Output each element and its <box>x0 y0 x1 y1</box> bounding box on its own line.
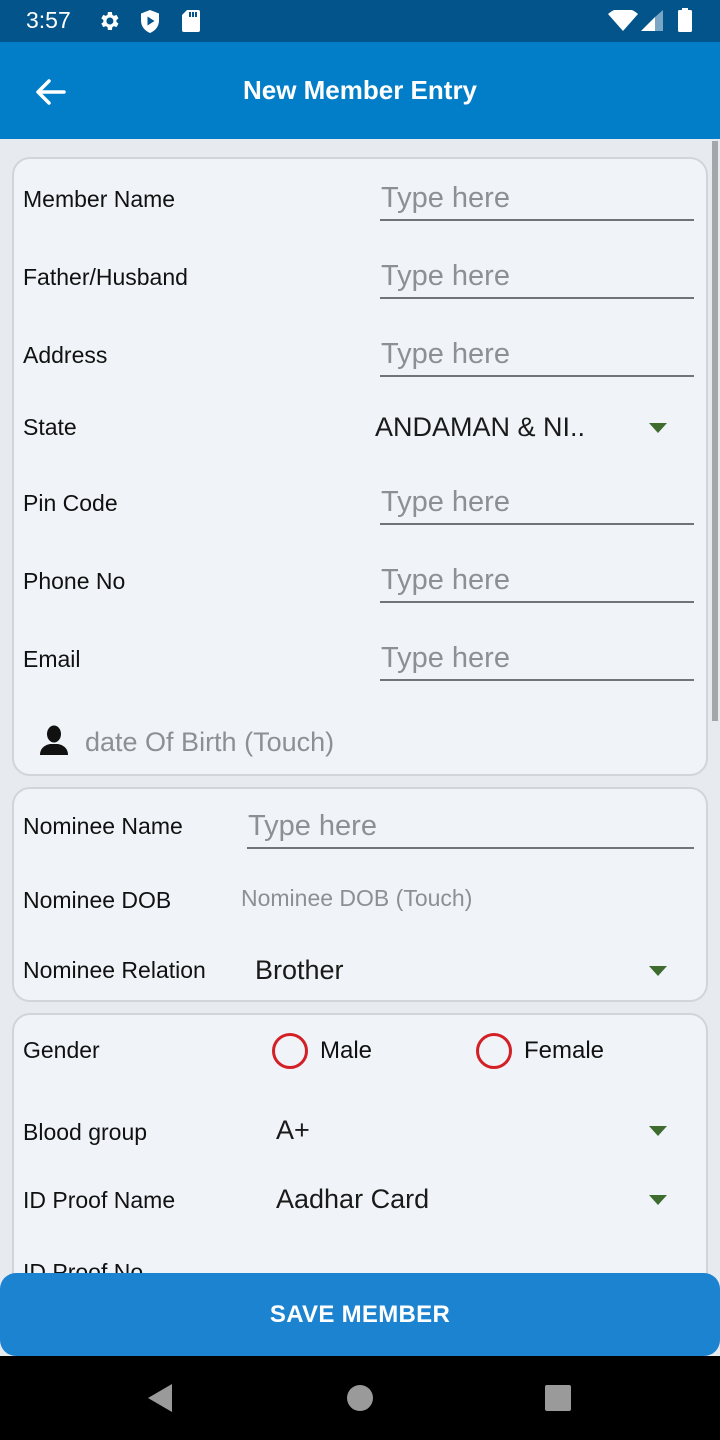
email-label: Email <box>23 646 81 672</box>
nominee-name-label: Nominee Name <box>23 813 183 839</box>
back-triangle-icon[interactable] <box>146 1382 174 1414</box>
status-bar: 3:57 <box>0 0 720 42</box>
address-label: Address <box>23 342 108 368</box>
settings-gear-icon <box>101 12 119 30</box>
state-dropdown[interactable]: ANDAMAN & NI.. <box>375 408 667 448</box>
pin-code-input[interactable] <box>380 481 694 523</box>
gender-male-radio[interactable]: Male <box>272 1033 412 1069</box>
page-title: New Member Entry <box>242 75 478 105</box>
pin-code-label: Pin Code <box>23 490 118 516</box>
gender-label: Gender <box>23 1037 100 1063</box>
nominee-relation-dropdown[interactable]: Brother <box>255 951 667 991</box>
system-nav-bar <box>0 1356 720 1440</box>
address-input[interactable] <box>380 333 694 375</box>
radio-unchecked-icon <box>476 1033 512 1069</box>
gender-female-radio[interactable]: Female <box>476 1033 636 1069</box>
id-proof-name-label: ID Proof Name <box>23 1187 176 1213</box>
gender-male-label: Male <box>320 1037 373 1064</box>
home-circle-icon[interactable] <box>346 1382 374 1414</box>
phone-no-field[interactable] <box>380 559 694 603</box>
status-time: 3:57 <box>26 7 71 33</box>
dropdown-caret-icon <box>649 1126 667 1136</box>
sd-card-icon <box>182 10 200 32</box>
member-name-input[interactable] <box>380 177 694 219</box>
dropdown-caret-icon <box>649 1195 667 1205</box>
vertical-scrollbar[interactable] <box>712 141 718 721</box>
phone-no-label: Phone No <box>23 568 126 594</box>
state-label: State <box>23 414 77 440</box>
father-husband-label: Father/Husband <box>23 264 188 290</box>
nominee-dob-label: Nominee DOB <box>23 887 172 913</box>
nominee-card: Nominee Name Nominee DOB Nominee DOB (To… <box>12 787 708 1002</box>
email-input[interactable] <box>380 637 694 679</box>
pin-code-field[interactable] <box>380 481 694 525</box>
app-bar: New Member Entry <box>0 42 720 139</box>
phone-no-input[interactable] <box>380 559 694 601</box>
member-name-label: Member Name <box>23 186 176 212</box>
wifi-icon <box>608 10 638 31</box>
blood-group-selected-value: A+ <box>276 1115 310 1145</box>
save-member-button[interactable]: SAVE MEMBER <box>0 1273 720 1356</box>
dropdown-caret-icon <box>649 423 667 433</box>
address-field[interactable] <box>380 333 694 377</box>
email-field[interactable] <box>380 637 694 681</box>
cell-signal-icon <box>641 10 663 31</box>
radio-unchecked-icon <box>272 1033 308 1069</box>
nominee-relation-selected-value: Brother <box>255 955 344 985</box>
state-selected-value: ANDAMAN & NI.. <box>375 412 586 442</box>
recents-square-icon[interactable] <box>544 1382 572 1414</box>
id-proof-name-selected-value: Aadhar Card <box>276 1184 430 1214</box>
dropdown-caret-icon <box>649 966 667 976</box>
gender-female-label: Female <box>524 1037 605 1064</box>
blood-group-dropdown[interactable]: A+ <box>276 1111 667 1151</box>
id-proof-name-dropdown[interactable]: Aadhar Card <box>276 1180 667 1220</box>
form-scroll-area[interactable]: Member Name Father/Husband Address State… <box>0 139 720 1356</box>
date-of-birth-text: date Of Birth (Touch) <box>85 727 335 757</box>
battery-icon <box>678 8 692 32</box>
father-husband-input[interactable] <box>380 255 694 297</box>
nominee-relation-label: Nominee Relation <box>23 957 206 983</box>
member-details-card: Member Name Father/Husband Address State… <box>12 157 708 776</box>
father-husband-field[interactable] <box>380 255 694 299</box>
member-name-field[interactable] <box>380 177 694 221</box>
blood-group-label: Blood group <box>23 1119 148 1145</box>
nominee-dob-picker[interactable]: Nominee DOB (Touch) <box>241 885 472 912</box>
nominee-name-field[interactable] <box>247 805 694 849</box>
shield-play-icon <box>141 10 159 33</box>
nominee-name-input[interactable] <box>247 805 694 847</box>
person-silhouette-icon <box>40 725 68 755</box>
